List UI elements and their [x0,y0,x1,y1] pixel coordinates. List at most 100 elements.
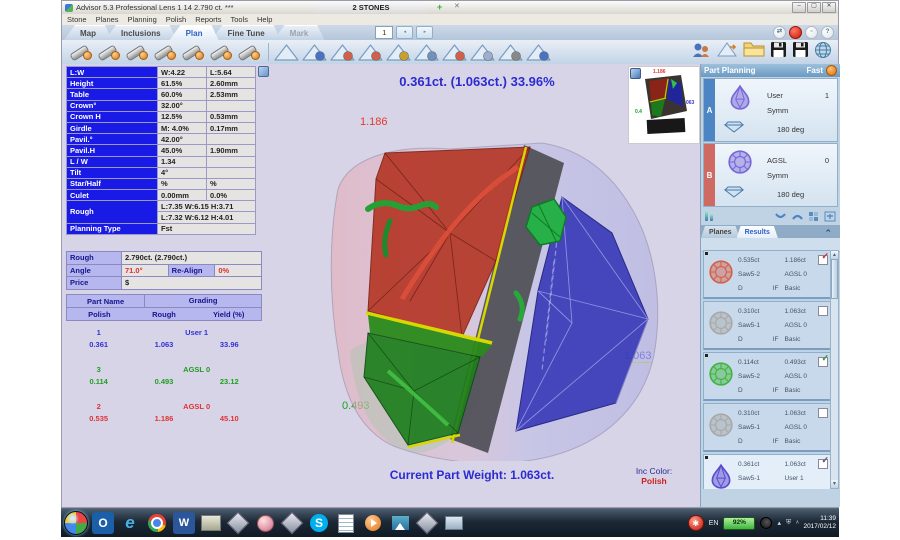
save-as-icon[interactable] [792,41,809,63]
tab-fine-tune[interactable]: Fine Tune [211,25,280,40]
inc-color-value[interactable]: Polish [614,476,694,486]
part-planning-header[interactable]: Part Planning Fast [701,64,840,77]
diamond-facets-icon[interactable] [385,43,412,62]
menu-item-stone[interactable]: Stone [67,15,87,24]
tray-red-badge-icon[interactable]: ✱ [688,515,704,531]
page-prev-button[interactable]: ◂ [396,26,413,39]
diamond-drag-icon[interactable] [497,43,524,62]
drill-tool-icon[interactable] [180,43,206,62]
tray-expand-icon[interactable]: ▴ [777,519,781,527]
diamond-mark-red-icon[interactable] [441,43,468,62]
tab-plan[interactable]: Plan [170,25,219,40]
part-card-b[interactable]: BAGSL0Symm180 deg [703,143,838,207]
thumbnail-expand-icon[interactable] [630,68,641,79]
collapse-down-icon[interactable] [774,212,787,221]
minimize-button[interactable]: – [792,2,806,13]
plan-canvas[interactable]: 0.361ct. (1.063ct.) 33.96% 1.186 0.493 1… [262,64,700,507]
diamond-split-blue-icon[interactable] [301,43,328,62]
grid-swap-icon[interactable] [824,211,836,222]
title-bar[interactable]: Advisor 5.3 Professional Lens 1 14 2.790… [62,1,838,15]
globe-icon[interactable] [814,41,832,64]
swap-view-button[interactable]: ⇄ [773,26,786,39]
saw-tool-1-icon[interactable] [68,43,94,62]
diamond-3d-view[interactable] [310,141,680,461]
window-app-icon[interactable] [443,512,465,534]
export-icon[interactable] [716,41,738,63]
diamond-app-3-icon[interactable] [416,512,438,534]
clip-tool-icon[interactable] [152,43,178,62]
diamond-app-1-icon[interactable] [227,512,249,534]
tray-language[interactable]: EN [709,520,719,527]
folder-icon[interactable] [743,41,765,63]
taskbar-clock[interactable]: 11:392017/02/12 [803,515,836,531]
menu-item-tools[interactable]: Tools [230,15,248,24]
results-tab-planes[interactable]: Planes [701,226,740,238]
network-icon[interactable]: ᶺ [796,520,798,527]
close-stone-tab-icon[interactable]: ✕ [454,2,460,12]
selection-button[interactable]: ▫ [805,26,818,39]
gear-tool-icon[interactable] [208,43,234,62]
result-row[interactable]: 0.535ct1.186ctSaw5-2AGSL 0DIFBasic✓ [703,250,832,299]
angle-value[interactable]: 71.0° [122,264,169,277]
menu-item-reports[interactable]: Reports [195,15,221,24]
grading-part-row[interactable]: 1User 10.3611.06333.96 [66,326,262,350]
tab-mark[interactable]: Mark [274,25,325,40]
tray-shield-icon[interactable]: ⛨ [786,519,791,527]
orientation-thumbnail[interactable]: 1.186 063 0.4 [628,66,700,144]
save-icon[interactable] [770,41,787,63]
word-icon[interactable]: W [173,512,195,534]
restore-button[interactable]: ▢ [807,2,821,13]
tab-inclusions[interactable]: Inclusions [105,25,177,40]
menu-item-planes[interactable]: Planes [96,15,119,24]
chrome-icon[interactable] [146,512,168,534]
diamond-plan-icon[interactable] [413,43,440,62]
diamond-cloud-icon[interactable] [469,43,496,62]
result-row[interactable]: 0.310ct1.063ctSaw5-1AGSL 0DIFBasic [703,301,832,350]
realign-label[interactable]: Re-Align [168,264,215,277]
outlook-icon[interactable]: O [92,512,114,534]
photo-app-icon[interactable] [389,512,411,534]
diamond-app-2-icon[interactable] [281,512,303,534]
marking-tool-icon[interactable] [124,43,150,62]
menu-item-planning[interactable]: Planning [128,15,157,24]
ball-app-icon[interactable] [254,512,276,534]
results-tab-results[interactable]: Results [737,226,778,238]
stones-tab[interactable]: 2 STONES [312,1,430,13]
start-orb[interactable] [64,511,88,535]
panel-collapse-icon[interactable]: ⌃ [824,228,832,238]
sort-icon[interactable] [705,211,713,221]
grading-part-row[interactable]: 2AGSL 00.5351.18645.10 [66,400,262,424]
users-icon[interactable] [691,41,711,63]
part-card-a[interactable]: AUser1Symm180 deg [703,78,838,142]
diamond-outline-icon[interactable] [273,43,300,62]
add-stone-icon[interactable]: + [437,2,442,12]
battery-indicator[interactable]: 92% [723,517,755,530]
menu-item-polish[interactable]: Polish [166,15,186,24]
result-checkbox[interactable] [818,306,828,316]
scroll-down-icon[interactable]: ▼ [831,480,838,488]
volume-moon-icon[interactable] [760,517,772,529]
player-app-icon[interactable] [362,512,384,534]
result-row[interactable]: 0.114ct0.493ctSaw5-2AGSL 0DIFBasic✓ [703,352,832,401]
menu-item-help[interactable]: Help [257,15,272,24]
saw-tool-2-icon[interactable] [96,43,122,62]
scroll-thumb[interactable] [831,259,838,299]
price-value[interactable]: $ [122,277,262,290]
result-row[interactable]: 0.310ct1.063ctSaw5-1AGSL 0DIFBasic [703,403,832,452]
internet-explorer-icon[interactable]: e [119,512,141,534]
page-next-button[interactable]: ▸ [416,26,433,39]
close-button[interactable]: ✕ [822,2,836,13]
laser-tool-icon[interactable] [236,43,262,62]
scroll-up-icon[interactable]: ▲ [831,251,838,259]
result-checkbox[interactable] [818,408,828,418]
media-app-icon[interactable] [200,512,222,534]
diamond-split-red-icon[interactable] [329,43,356,62]
skype-icon[interactable]: S [308,512,330,534]
result-row[interactable]: 0.361ct1.063ctSaw5-1User 1DIFBasic✓ [703,454,832,489]
tab-map[interactable]: Map [64,25,112,40]
page-number-box[interactable]: 1 [375,26,393,39]
record-button[interactable] [789,26,802,39]
grid-settings-icon[interactable] [808,211,820,222]
help-button[interactable]: ? [821,26,834,39]
notes-app-icon[interactable] [335,512,357,534]
